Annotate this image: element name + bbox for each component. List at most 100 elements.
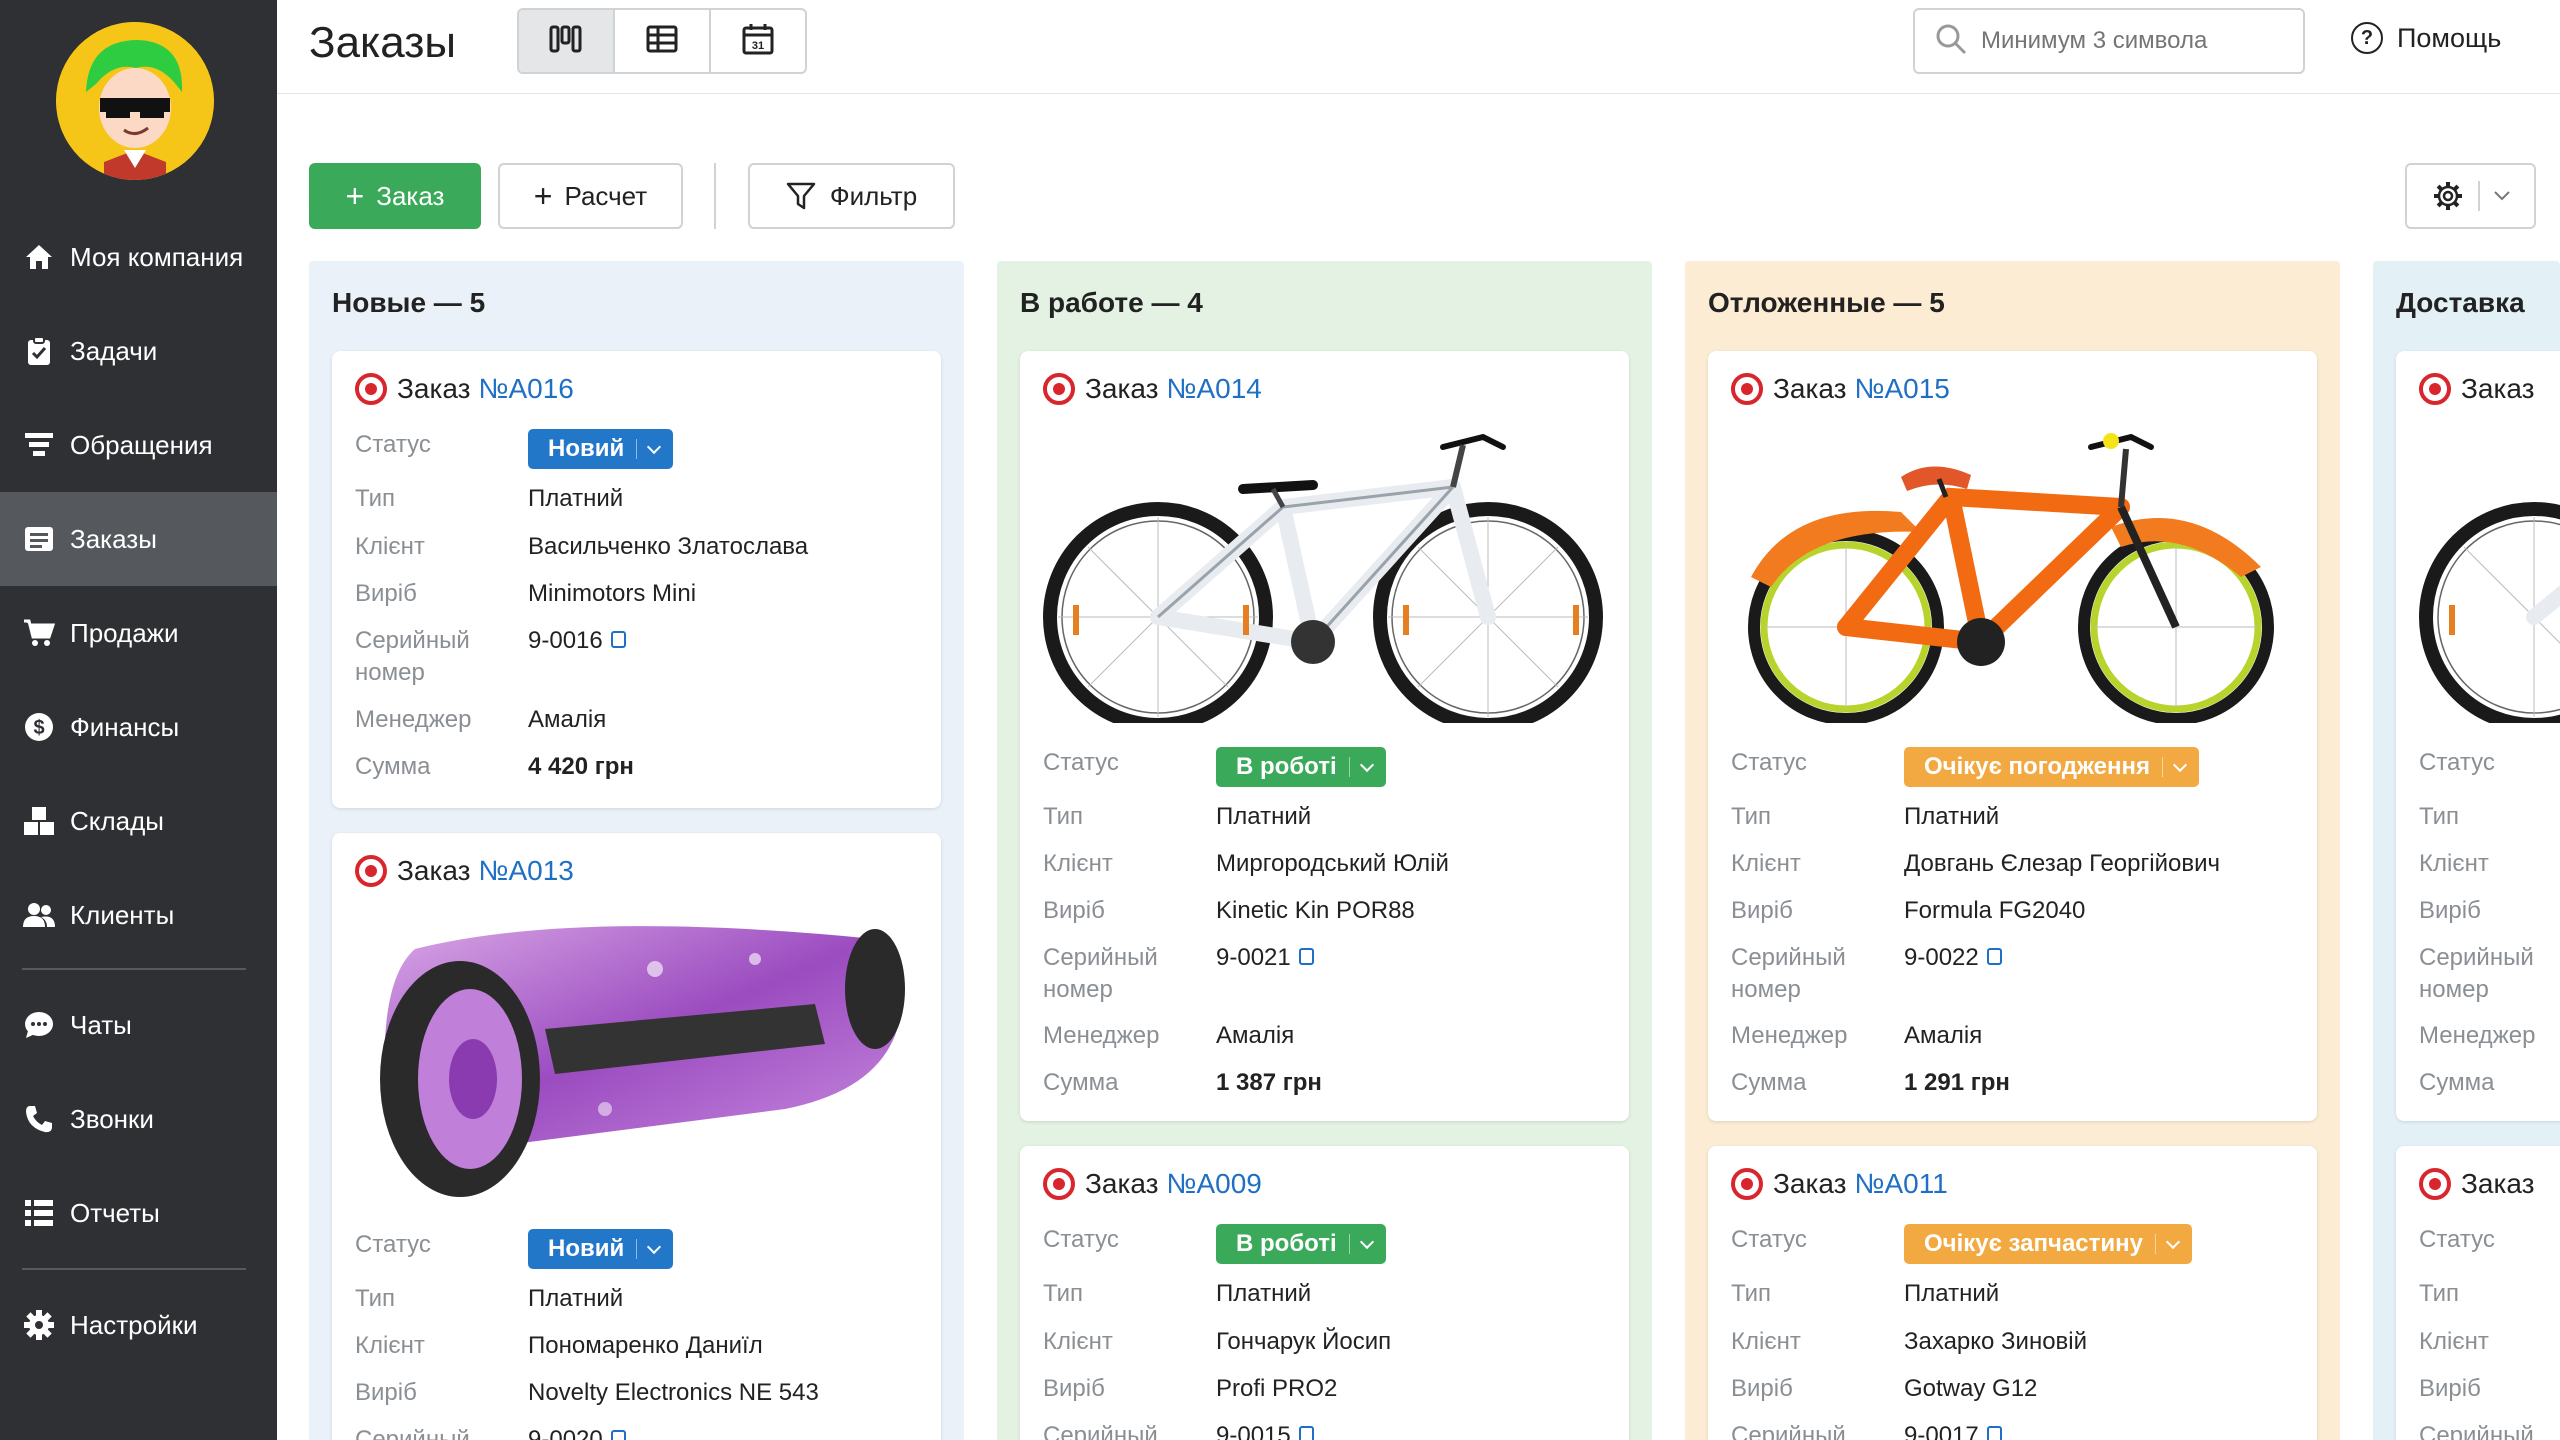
client-value: Гончарук Йосип [1216, 1328, 1392, 1355]
serial-value: 9-0017 [1904, 1420, 2002, 1440]
sum-label: Сумма [355, 753, 431, 780]
manager-label: Менеджер [1731, 1022, 1848, 1049]
status-dropdown[interactable]: Очікує погодження [1904, 747, 2200, 787]
status-value: Новий [548, 435, 625, 462]
copy-icon[interactable] [1298, 1426, 1314, 1440]
sidebar-item-requests[interactable]: Обращения [0, 398, 277, 492]
sidebar-item-chats[interactable]: Чаты [0, 978, 277, 1072]
order-card[interactable]: Заказ №A013 Статус Новий Тип Платний Клі… [332, 833, 941, 1440]
add-order-button[interactable]: + Заказ [309, 163, 481, 229]
svg-text:$: $ [33, 717, 44, 739]
order-prefix: Заказ [397, 855, 471, 886]
type-value: Платний [528, 485, 624, 512]
status-dropdown[interactable]: Очікує запчастину [1904, 1224, 2192, 1264]
type-label: Тип [2419, 1280, 2460, 1307]
boxes-icon [22, 804, 56, 838]
avatar[interactable] [56, 22, 214, 180]
table-view-button[interactable] [615, 10, 711, 72]
sidebar-item-label: Продажи [70, 617, 179, 648]
order-card-title: Заказ [2419, 373, 2534, 405]
report-list-icon [22, 1196, 56, 1230]
order-prefix: Заказ [1773, 1168, 1847, 1199]
column-delivery: Доставка Заказ Статус Тип Клієнт Виріб С… [2373, 261, 2560, 1440]
home-icon [22, 240, 56, 274]
serial-value: 9-0020 [528, 1424, 626, 1440]
search-input[interactable] [1981, 27, 2281, 55]
kanban-view-icon [549, 25, 583, 58]
type-label: Тип [2419, 803, 2460, 830]
search-box[interactable] [1913, 8, 2305, 74]
order-card[interactable]: Заказ Статус Тип Клієнт Виріб Серийный [2396, 1146, 2560, 1440]
status-dropdown[interactable]: В роботі [1216, 747, 1386, 787]
sidebar-item-clients[interactable]: Клиенты [0, 868, 277, 962]
order-card-title: Заказ №A014 [1043, 373, 1262, 405]
filter-button[interactable]: Фильтр [748, 163, 955, 229]
copy-icon[interactable] [610, 1430, 626, 1440]
order-card-title: Заказ №A015 [1731, 373, 1950, 405]
order-card[interactable]: Заказ №A015 Статус Очікує погодження Тип… [1708, 351, 2317, 1121]
status-dropdown[interactable]: В роботі [1216, 1224, 1386, 1264]
target-icon [2419, 373, 2451, 405]
sidebar-item-reports[interactable]: Отчеты [0, 1166, 277, 1260]
copy-icon[interactable] [1986, 1426, 2002, 1440]
help-link[interactable]: ? Помощь [2351, 22, 2501, 54]
status-value: В роботі [1236, 1230, 1337, 1257]
calendar-view-button[interactable]: 31 [711, 10, 805, 72]
sidebar-item-label: Финансы [70, 711, 180, 742]
status-dropdown[interactable]: Новий [528, 1229, 674, 1269]
copy-icon[interactable] [1298, 948, 1314, 966]
order-number-link[interactable]: №A014 [1166, 373, 1261, 405]
order-number-link[interactable]: №A016 [478, 373, 573, 405]
chevron-down-icon [1359, 1234, 1374, 1249]
order-number-link[interactable]: №A015 [1854, 373, 1949, 405]
product-value: Minimotors Mini [528, 580, 697, 607]
calculation-button[interactable]: + Расчет [498, 163, 683, 229]
order-card[interactable]: Заказ №A009 Статус В роботі Тип Платний К… [1020, 1146, 1629, 1440]
status-label: Статус [1731, 749, 1807, 776]
order-card[interactable]: Заказ №A014 Статус В роботі Тип Платний … [1020, 351, 1629, 1121]
column-postponed: Отложенные — 5 Заказ №A015 Статус Очікує… [1685, 261, 2340, 1440]
sidebar-item-settings[interactable]: Настройки [0, 1278, 277, 1372]
board-settings-button[interactable] [2405, 163, 2536, 229]
status-value: Очікує погодження [1924, 753, 2151, 780]
sum-value: 1 291 грн [1904, 1069, 2010, 1096]
order-card[interactable]: Заказ №A011 Статус Очікує запчастину Тип… [1708, 1146, 2317, 1440]
client-value: Захарко Зиновій [1904, 1328, 2088, 1355]
sidebar-item-calls[interactable]: Звонки [0, 1072, 277, 1166]
order-prefix: Заказ [1085, 1168, 1159, 1199]
sum-label: Сумма [1043, 1069, 1119, 1096]
sidebar-divider [22, 1268, 246, 1270]
status-label: Статус [355, 1231, 431, 1258]
order-card[interactable]: Заказ №A016 Статус Новий Тип Платний Кліє… [332, 351, 941, 808]
svg-text:31: 31 [752, 40, 764, 52]
order-card-title: Заказ №A013 [355, 855, 574, 887]
order-card[interactable]: Заказ Статус Тип Клієнт Виріб Серийный н… [2396, 351, 2560, 1121]
gear-icon [22, 1308, 56, 1342]
copy-icon[interactable] [1986, 948, 2002, 966]
view-switcher: 31 [517, 8, 807, 74]
sidebar-item-tasks[interactable]: Задачи [0, 304, 277, 398]
phone-icon [22, 1102, 56, 1136]
sidebar-item-warehouses[interactable]: Склады [0, 774, 277, 868]
sidebar-item-label: Заказы [70, 523, 157, 554]
status-dropdown[interactable]: Новий [528, 429, 674, 469]
chevron-down-icon [647, 439, 662, 454]
sidebar-item-company[interactable]: Моя компания [0, 210, 277, 304]
order-number-link[interactable]: №A009 [1166, 1168, 1261, 1200]
product-label: Виріб [1731, 897, 1793, 924]
serial-label: Серийный номер [355, 1426, 470, 1440]
product-image-bike [2419, 427, 2560, 732]
serial-label: Серийный номер [1731, 944, 1846, 1003]
kanban-view-button[interactable] [519, 10, 615, 72]
copy-icon[interactable] [610, 631, 626, 649]
order-number-link[interactable]: №A013 [478, 855, 573, 887]
sidebar-item-sales[interactable]: Продажи [0, 586, 277, 680]
sidebar-item-finance[interactable]: $ Финансы [0, 680, 277, 774]
sidebar-item-label: Клиенты [70, 899, 175, 930]
plus-icon: + [533, 178, 553, 214]
sidebar-item-orders[interactable]: Заказы [0, 492, 277, 586]
calculation-label: Расчет [564, 180, 648, 211]
serial-label: Серийный номер [2419, 944, 2534, 1003]
product-label: Виріб [2419, 1375, 2481, 1402]
order-number-link[interactable]: №A011 [1854, 1168, 1947, 1200]
